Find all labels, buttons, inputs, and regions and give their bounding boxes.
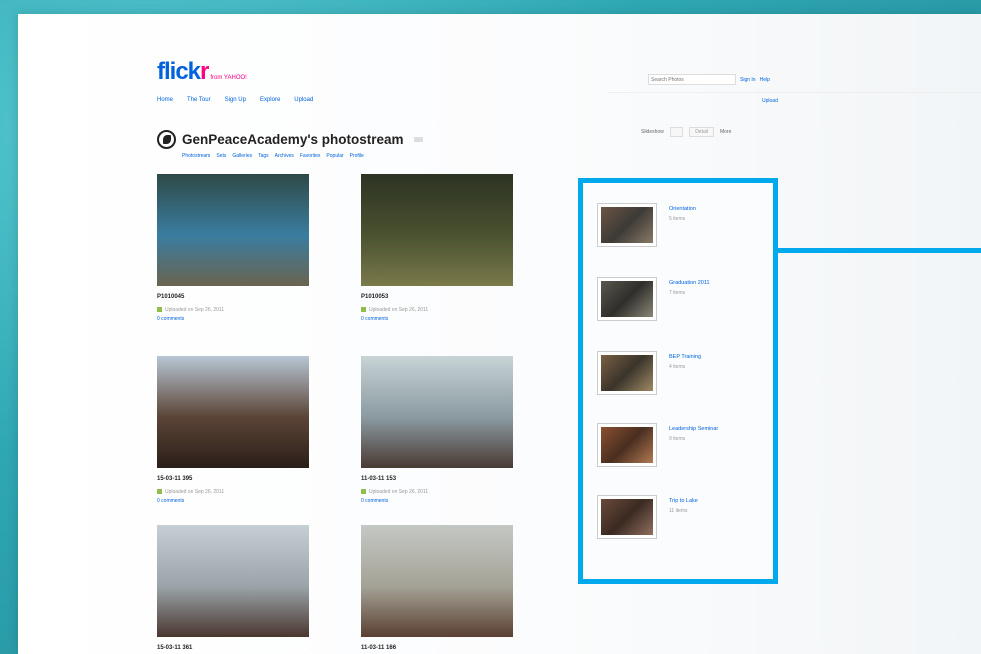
photo-title[interactable]: P1010053 bbox=[361, 294, 513, 300]
set-count: 11 items bbox=[669, 508, 688, 514]
view-controls: Slideshow Detail More bbox=[641, 127, 731, 137]
photo-thumbnail[interactable] bbox=[361, 525, 513, 637]
photo-comments-link[interactable]: 0 comments bbox=[157, 315, 309, 324]
subnav-archives[interactable]: Archives bbox=[275, 153, 294, 159]
subnav-photostream[interactable]: Photostream bbox=[182, 153, 210, 159]
set-item[interactable]: Leadership Seminar 9 items bbox=[597, 413, 767, 483]
set-thumbnail[interactable] bbox=[597, 351, 657, 395]
nav-upload[interactable]: Upload bbox=[294, 97, 313, 103]
photo-title[interactable]: 11-03-11 153 bbox=[361, 476, 513, 482]
set-thumbnail[interactable] bbox=[597, 277, 657, 321]
photo-title[interactable]: 15-03-11 395 bbox=[157, 476, 309, 482]
logo-tagline: from YAHOO! bbox=[210, 75, 247, 81]
photo-title[interactable]: P1010045 bbox=[157, 294, 309, 300]
license-icon bbox=[157, 489, 162, 495]
subnav-profile[interactable]: Profile bbox=[350, 153, 364, 159]
set-thumbnail[interactable] bbox=[597, 495, 657, 539]
photo-card: 11-03-11 153 Uploaded on Sep 26, 2011 0 … bbox=[361, 356, 513, 506]
callout-connector-line bbox=[778, 248, 981, 253]
photo-meta: Uploaded on Sep 26, 2011 0 comments bbox=[157, 488, 309, 506]
photo-comments-link[interactable]: 0 comments bbox=[361, 497, 513, 506]
photo-card: P1010045 Uploaded on Sep 26, 2011 0 comm… bbox=[157, 174, 309, 324]
more-dropdown[interactable]: More bbox=[720, 129, 731, 135]
photo-thumbnail[interactable] bbox=[361, 174, 513, 286]
logo-text: flick bbox=[157, 58, 201, 85]
browser-page: flickr from YAHOO! Home The Tour Sign Up … bbox=[18, 14, 981, 654]
set-thumbnail[interactable] bbox=[597, 203, 657, 247]
nav-home[interactable]: Home bbox=[157, 97, 173, 103]
photo-thumbnail[interactable] bbox=[361, 356, 513, 468]
photo-thumbnail[interactable] bbox=[157, 525, 309, 637]
photo-uploaded: Uploaded on Sep 26, 2011 bbox=[165, 489, 225, 495]
flickr-logo[interactable]: flickr from YAHOO! bbox=[157, 58, 247, 86]
set-title[interactable]: Graduation 2011 bbox=[669, 279, 765, 287]
set-title[interactable]: Orientation bbox=[669, 205, 765, 213]
photo-card: 15-03-11 395 Uploaded on Sep 26, 2011 0 … bbox=[157, 356, 309, 506]
upload-link[interactable]: Upload bbox=[762, 98, 778, 104]
set-title[interactable]: Trip to Lake bbox=[669, 497, 765, 505]
set-item[interactable]: BEP Training 4 items bbox=[597, 341, 767, 411]
slideshow-label[interactable]: Slideshow bbox=[641, 129, 664, 135]
set-count: 7 items bbox=[669, 290, 686, 296]
set-item[interactable]: Orientation 5 items bbox=[597, 193, 767, 263]
set-count: 4 items bbox=[669, 364, 686, 370]
photo-card: 15-03-11 361 bbox=[157, 525, 309, 651]
photo-thumbnail[interactable] bbox=[157, 174, 309, 286]
set-thumbnail[interactable] bbox=[597, 423, 657, 467]
logo-r: r bbox=[200, 58, 209, 85]
sets-panel: Orientation 5 items Graduation 2011 7 it… bbox=[578, 178, 778, 584]
subnav-popular[interactable]: Popular bbox=[326, 153, 343, 159]
license-icon bbox=[157, 307, 162, 313]
main-nav: Home The Tour Sign Up Explore Upload bbox=[157, 97, 313, 103]
nav-tour[interactable]: The Tour bbox=[187, 97, 211, 103]
detail-view-button[interactable]: Detail bbox=[689, 127, 714, 137]
license-icon bbox=[361, 489, 366, 495]
photo-thumbnail[interactable] bbox=[157, 356, 309, 468]
subnav-galleries[interactable]: Galleries bbox=[232, 153, 252, 159]
photo-uploaded: Uploaded on Sep 26, 2011 bbox=[165, 307, 225, 313]
search-area: Sign In Help bbox=[648, 74, 770, 85]
photo-comments-link[interactable]: 0 comments bbox=[157, 497, 309, 506]
subnav-favorites[interactable]: Favorites bbox=[300, 153, 321, 159]
page-title: GenPeaceAcademy's photostream bbox=[182, 132, 404, 147]
license-icon bbox=[361, 307, 366, 313]
header-divider bbox=[608, 92, 981, 93]
photostream-subnav: Photostream Sets Galleries Tags Archives… bbox=[182, 153, 364, 159]
photo-card: P1010053 Uploaded on Sep 26, 2011 0 comm… bbox=[361, 174, 513, 324]
photo-title[interactable]: 15-03-11 361 bbox=[157, 645, 309, 651]
set-title[interactable]: Leadership Seminar bbox=[669, 425, 765, 433]
photo-uploaded: Uploaded on Sep 26, 2011 bbox=[369, 307, 429, 313]
photo-card: 11-03-11 166 bbox=[361, 525, 513, 651]
view-toggle-button[interactable] bbox=[669, 127, 684, 137]
sign-in-link[interactable]: Sign In bbox=[740, 77, 756, 83]
photo-comments-link[interactable]: 0 comments bbox=[361, 315, 513, 324]
nav-explore[interactable]: Explore bbox=[260, 97, 280, 103]
photo-meta: Uploaded on Sep 26, 2011 0 comments bbox=[361, 306, 513, 324]
set-count: 9 items bbox=[669, 436, 686, 442]
nav-signup[interactable]: Sign Up bbox=[225, 97, 246, 103]
photo-meta: Uploaded on Sep 26, 2011 0 comments bbox=[361, 488, 513, 506]
set-count: 5 items bbox=[669, 216, 686, 222]
rss-button[interactable] bbox=[413, 137, 423, 142]
help-link[interactable]: Help bbox=[760, 77, 770, 83]
subnav-sets[interactable]: Sets bbox=[216, 153, 226, 159]
page-title-row: GenPeaceAcademy's photostream bbox=[157, 130, 423, 149]
subnav-tags[interactable]: Tags bbox=[258, 153, 269, 159]
set-item[interactable]: Graduation 2011 7 items bbox=[597, 267, 767, 337]
set-item[interactable]: Trip to Lake 11 items bbox=[597, 485, 767, 555]
photo-uploaded: Uploaded on Sep 26, 2011 bbox=[369, 489, 429, 495]
photo-title[interactable]: 11-03-11 166 bbox=[361, 645, 513, 651]
photo-meta: Uploaded on Sep 26, 2011 0 comments bbox=[157, 306, 309, 324]
set-title[interactable]: BEP Training bbox=[669, 353, 765, 361]
search-input[interactable] bbox=[648, 74, 736, 85]
avatar[interactable] bbox=[157, 130, 176, 149]
